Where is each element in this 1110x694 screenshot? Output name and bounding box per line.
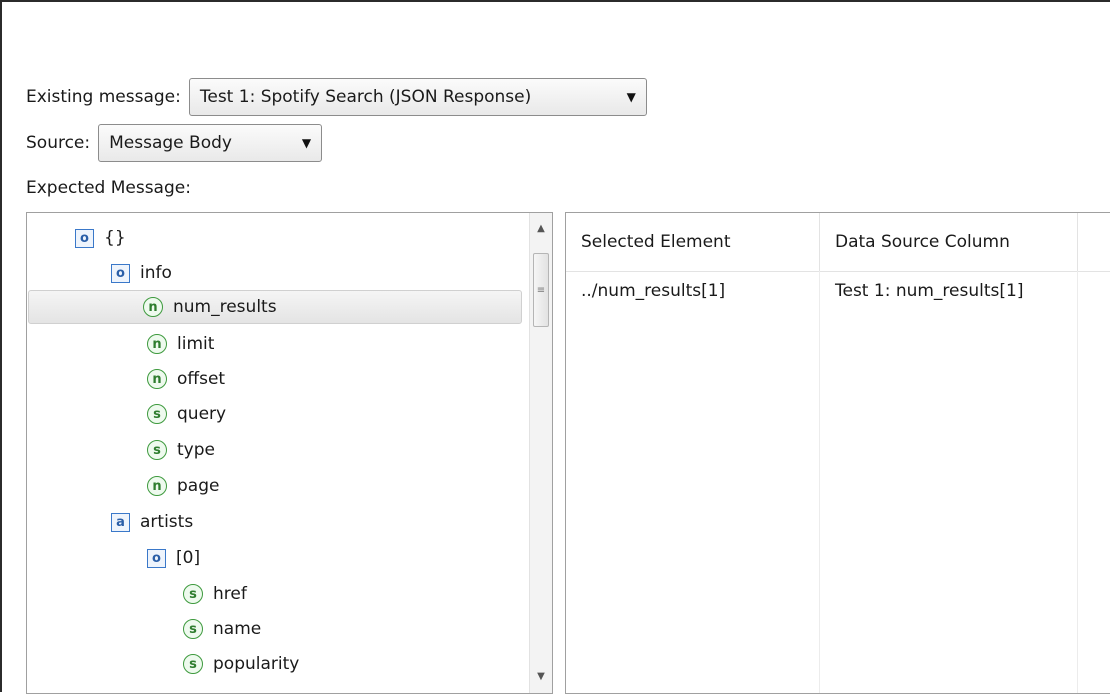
- tree-node[interactable]: s query: [147, 397, 226, 431]
- string-icon: s: [183, 654, 203, 674]
- tree-node-label: [0]: [176, 548, 201, 568]
- object-icon: o: [75, 228, 94, 248]
- tree-node-label: offset: [177, 369, 226, 389]
- column-header-data-source-column[interactable]: Data Source Column: [820, 213, 1078, 271]
- string-icon: s: [183, 619, 203, 639]
- message-tree[interactable]: o {} o info n num_results n limit n offs…: [26, 212, 553, 694]
- chevron-down-icon: ▼: [301, 136, 312, 150]
- tree-node-label: query: [177, 404, 227, 424]
- expected-message-label: Expected Message:: [26, 178, 191, 198]
- tree-node[interactable]: s name: [183, 612, 261, 646]
- mapping-table: Selected Element Data Source Column ../n…: [565, 212, 1110, 694]
- string-icon: s: [147, 440, 167, 460]
- existing-message-value: Test 1: Spotify Search (JSON Response): [199, 87, 532, 107]
- source-value: Message Body: [109, 133, 232, 153]
- tree-node[interactable]: o {}: [75, 221, 126, 255]
- tree-node[interactable]: n limit: [147, 327, 214, 361]
- tree-node-label: page: [177, 476, 220, 496]
- dialog-frame: Existing message: Test 1: Spotify Search…: [0, 0, 1110, 694]
- tree-node[interactable]: s popularity: [183, 647, 299, 681]
- number-icon: n: [147, 334, 167, 354]
- tree-node[interactable]: s type: [147, 433, 215, 467]
- tree-node[interactable]: s href: [183, 577, 247, 611]
- tree-node-label: {}: [104, 228, 126, 248]
- table-header: Selected Element Data Source Column: [566, 213, 1110, 272]
- string-icon: s: [183, 584, 203, 604]
- tree-node-label: num_results: [173, 297, 277, 317]
- tree-node-label: artists: [140, 512, 194, 532]
- tree-node[interactable]: n page: [147, 469, 219, 503]
- scroll-down-icon[interactable]: ▼: [530, 667, 552, 687]
- existing-message-label: Existing message:: [26, 87, 181, 107]
- column-header-selected-element[interactable]: Selected Element: [566, 213, 820, 271]
- source-label: Source:: [26, 133, 91, 153]
- chevron-down-icon: ▼: [626, 90, 636, 104]
- array-icon: a: [111, 512, 130, 532]
- existing-message-row: Existing message: Test 1: Spotify Search…: [26, 78, 647, 116]
- table-cell-selected-element[interactable]: ../num_results[1]: [566, 271, 820, 311]
- tree-node-label: href: [213, 584, 247, 604]
- table-row[interactable]: ../num_results[1] Test 1: num_results[1]: [566, 271, 1110, 311]
- column-divider: [1077, 271, 1078, 693]
- source-row: Source: Message Body ▼: [26, 124, 323, 162]
- number-icon: n: [147, 476, 167, 496]
- tree-node-label: type: [177, 440, 215, 460]
- existing-message-dropdown[interactable]: Test 1: Spotify Search (JSON Response) ▼: [188, 78, 647, 116]
- expected-message-row: Expected Message:: [26, 178, 191, 198]
- tree-node-label: popularity: [213, 654, 300, 674]
- tree-node-label: limit: [177, 334, 215, 354]
- tree-node[interactable]: n offset: [147, 362, 225, 396]
- tree-node[interactable]: o info: [111, 256, 172, 290]
- tree-node-selected[interactable]: n num_results: [28, 290, 522, 324]
- scroll-up-icon[interactable]: ▲: [530, 219, 552, 239]
- tree-node-label: name: [213, 619, 262, 639]
- source-dropdown[interactable]: Message Body ▼: [98, 124, 323, 162]
- string-icon: s: [147, 404, 167, 424]
- tree-node[interactable]: a artists: [111, 505, 193, 539]
- tree-node[interactable]: o [0]: [147, 541, 200, 575]
- column-divider: [819, 271, 820, 693]
- number-icon: n: [147, 369, 167, 389]
- object-icon: o: [147, 548, 166, 568]
- object-icon: o: [111, 263, 130, 283]
- scroll-thumb[interactable]: ≡: [533, 253, 549, 327]
- tree-node-label: info: [140, 263, 172, 283]
- tree-scrollbar[interactable]: ▲ ≡ ▼: [529, 213, 552, 693]
- number-icon: n: [143, 297, 163, 317]
- table-cell-data-source-column[interactable]: Test 1: num_results[1]: [820, 271, 1078, 311]
